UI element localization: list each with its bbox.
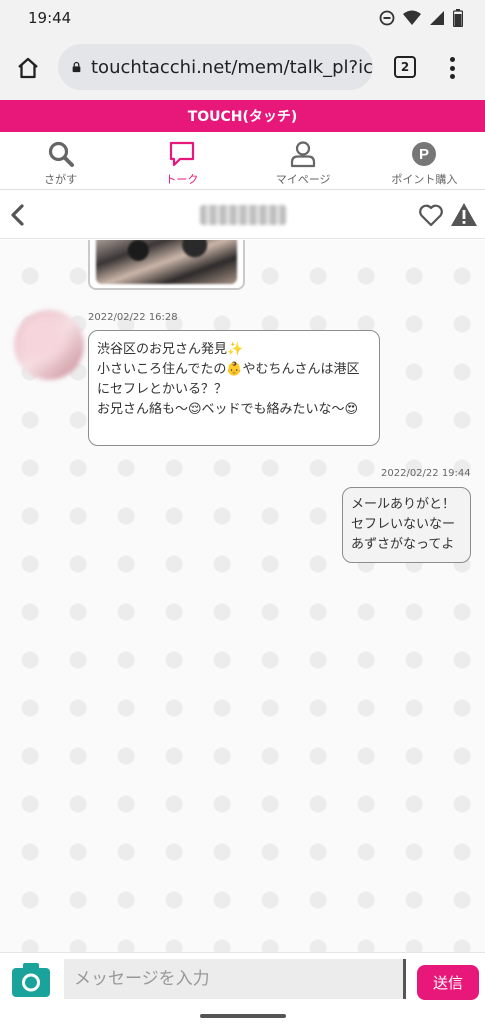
status-icons — [379, 9, 463, 27]
browser-menu-button[interactable] — [440, 54, 464, 82]
warning-icon[interactable] — [450, 201, 478, 229]
photo-message[interactable] — [88, 240, 245, 290]
send-button[interactable]: 送信 — [417, 965, 479, 1000]
signal-icon — [430, 11, 444, 25]
tab-switcher-button[interactable]: 2 — [394, 56, 416, 78]
heart-icon[interactable] — [418, 202, 444, 228]
browser-home-button[interactable] — [0, 36, 56, 100]
menu-dot — [449, 74, 455, 79]
point-icon: P — [412, 142, 437, 166]
menu-dot — [449, 57, 455, 62]
site-title: TOUCH(タッチ) — [187, 109, 298, 125]
url-text: touchtacchi.net/mem/talk_pl?ic — [91, 56, 373, 78]
gesture-handle[interactable] — [200, 1014, 286, 1018]
home-icon — [18, 57, 38, 79]
partner-name-blurred — [200, 205, 286, 225]
gesture-bar — [0, 1010, 485, 1024]
status-time: 19:44 — [28, 9, 72, 27]
address-bar[interactable]: touchtacchi.net/mem/talk_pl?ic — [58, 44, 373, 90]
message-timestamp: 2022/02/22 16:28 — [88, 312, 178, 323]
search-icon — [48, 141, 74, 167]
person-icon — [291, 141, 316, 168]
wifi-icon — [403, 10, 421, 25]
nav-item-mypage[interactable]: マイページ — [243, 132, 364, 189]
menu-dot — [449, 65, 455, 71]
message-bubble-received: 渋谷区のお兄さん発見✨ 小さいころ住んでたの👶やむちんさんは港区にセフレとかいる… — [88, 330, 380, 446]
browser-toolbar: touchtacchi.net/mem/talk_pl?ic 2 — [0, 36, 485, 100]
message-input[interactable] — [64, 959, 406, 999]
battery-icon — [453, 9, 463, 27]
nav-item-search[interactable]: さがす — [0, 132, 121, 189]
nav-item-label: マイページ — [275, 173, 331, 186]
lock-icon — [72, 61, 81, 73]
nav-item-label: ポイント購入 — [391, 173, 458, 186]
message-timestamp: 2022/02/22 19:44 — [381, 468, 471, 479]
message-composer: 送信 — [0, 952, 485, 1010]
talk-header — [0, 191, 485, 239]
status-bar: 19:44 — [0, 0, 485, 36]
main-nav: さがす トーク マイページ P ポイント購入 — [0, 132, 485, 190]
avatar[interactable] — [14, 310, 84, 380]
message-bubble-sent: メールありがと！ セフレいないなー あずさがなってよ — [342, 487, 471, 563]
photo-thumbnail — [96, 240, 237, 284]
nav-item-label: さがす — [44, 173, 78, 186]
nav-item-label: トーク — [165, 173, 199, 186]
camera-icon[interactable] — [11, 962, 51, 998]
chat-bubble-icon — [169, 141, 194, 167]
dnd-icon — [379, 10, 395, 26]
svg-text:P: P — [419, 146, 429, 163]
nav-item-talk[interactable]: トーク — [121, 132, 242, 189]
nav-item-points[interactable]: P ポイント購入 — [364, 132, 485, 189]
chat-area[interactable]: 2022/02/22 16:28 渋谷区のお兄さん発見✨ 小さいころ住んでたの👶… — [0, 240, 485, 952]
back-arrow-icon[interactable] — [8, 203, 28, 227]
site-header: TOUCH(タッチ) — [0, 100, 485, 132]
